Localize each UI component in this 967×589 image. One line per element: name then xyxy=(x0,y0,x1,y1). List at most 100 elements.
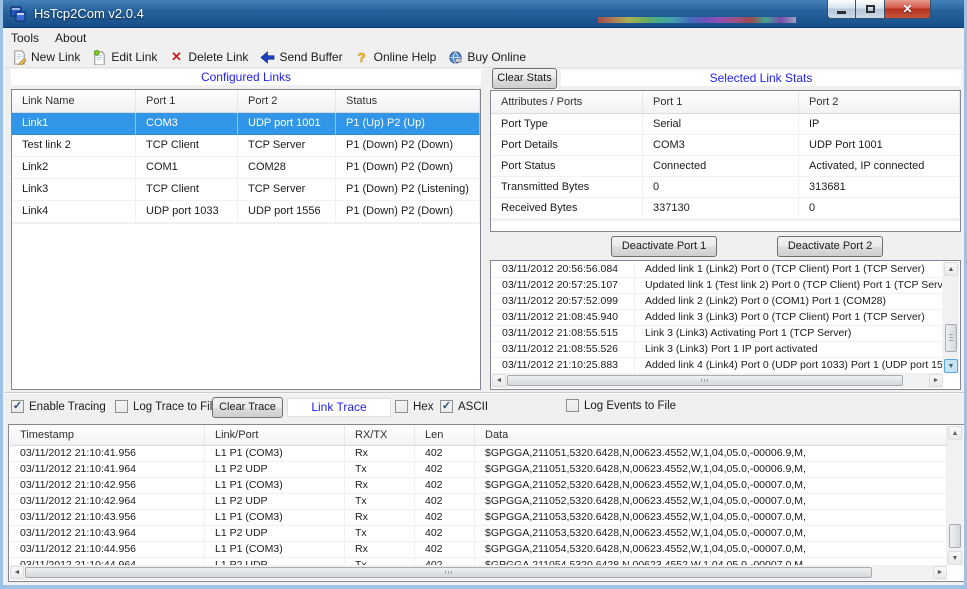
cell-attr: Port Status xyxy=(491,156,643,177)
col-status[interactable]: Status xyxy=(336,90,480,112)
trace-row[interactable]: 03/11/2012 21:10:44.956 L1 P1 (COM3) Rx … xyxy=(10,542,947,558)
scroll-right-icon[interactable]: ► xyxy=(933,566,947,579)
edit-link-button[interactable]: Edit Link xyxy=(87,48,164,66)
col-rxtx[interactable]: RX/TX xyxy=(345,426,415,445)
scroll-down-icon[interactable]: ▼ xyxy=(948,551,962,565)
edit-link-label: Edit Link xyxy=(111,50,157,64)
event-timestamp: 03/11/2012 20:56:56.084 xyxy=(492,262,635,278)
event-row[interactable]: 03/11/2012 20:57:25.107 Updated link 1 (… xyxy=(492,278,943,294)
events-vertical-scrollbar[interactable]: ▲ ▼ xyxy=(943,262,959,373)
minimize-icon xyxy=(837,11,846,14)
link-row-selected[interactable]: Link1 COM3 UDP port 1001 P1 (Up) P2 (Up) xyxy=(12,113,480,135)
new-link-button[interactable]: New Link xyxy=(7,48,87,66)
cell-port1: COM3 xyxy=(136,113,238,135)
scroll-up-icon[interactable]: ▲ xyxy=(944,262,958,276)
trace-vertical-scrollbar[interactable]: ▲ ▼ xyxy=(947,426,963,565)
trace-rxtx: Tx xyxy=(345,526,415,542)
col-link-name[interactable]: Link Name xyxy=(12,90,136,112)
toolbar: New Link Edit Link ✕ Delete Link Send Bu… xyxy=(3,47,964,68)
trace-row[interactable]: 03/11/2012 21:10:41.964 L1 P2 UDP Tx 402… xyxy=(10,462,947,478)
deactivate-port2-button[interactable]: Deactivate Port 2 xyxy=(777,236,883,257)
col-port1[interactable]: Port 1 xyxy=(643,91,799,113)
minimize-button[interactable] xyxy=(827,0,856,19)
clear-stats-button[interactable]: Clear Stats xyxy=(492,68,557,89)
cell-status: P1 (Down) P2 (Down) xyxy=(336,135,480,157)
link-row[interactable]: Link4 UDP port 1033 UDP port 1556 P1 (Do… xyxy=(12,201,480,223)
send-buffer-button[interactable]: Send Buffer xyxy=(255,48,349,66)
scroll-up-icon[interactable]: ▲ xyxy=(948,426,962,440)
scroll-left-icon[interactable]: ◄ xyxy=(10,566,24,579)
trace-len: 402 xyxy=(415,558,475,565)
hex-checkbox[interactable]: Hex xyxy=(395,400,433,413)
deactivate-port1-button[interactable]: Deactivate Port 1 xyxy=(611,236,717,257)
log-trace-to-file-label: Log Trace to File xyxy=(133,401,219,413)
link-row-empty xyxy=(12,223,480,224)
cell-port1: COM1 xyxy=(136,157,238,179)
trace-rows: Timestamp Link/Port RX/TX Len Data 03/11… xyxy=(10,426,947,565)
scroll-left-icon[interactable]: ◄ xyxy=(492,374,506,387)
buy-online-button[interactable]: Buy Online xyxy=(443,48,533,66)
cell-port1: COM3 xyxy=(643,135,799,156)
delete-link-label: Delete Link xyxy=(188,50,248,64)
event-row[interactable]: 03/11/2012 21:08:55.526 Link 3 (Link3) P… xyxy=(492,342,943,358)
trace-row[interactable]: 03/11/2012 21:10:41.956 L1 P1 (COM3) Rx … xyxy=(10,446,947,462)
event-row[interactable]: 03/11/2012 21:10:25.883 Added link 4 (Li… xyxy=(492,358,943,373)
close-button[interactable]: ✕ xyxy=(884,0,931,19)
trace-row[interactable]: 03/11/2012 21:10:42.964 L1 P2 UDP Tx 402… xyxy=(10,494,947,510)
col-timestamp[interactable]: Timestamp xyxy=(10,426,205,445)
events-horizontal-scrollbar[interactable]: ◄ ► xyxy=(492,373,943,388)
cell-port2: UDP port 1001 xyxy=(238,113,336,135)
menu-about[interactable]: About xyxy=(47,31,94,45)
title-bar[interactable]: HsTcp2Com v2.0.4 ✕ xyxy=(0,0,967,28)
col-link-port[interactable]: Link/Port xyxy=(205,426,345,445)
link-row[interactable]: Test link 2 TCP Client TCP Server P1 (Do… xyxy=(12,135,480,157)
maximize-button[interactable] xyxy=(856,0,884,19)
ascii-checkbox[interactable]: ✓ ASCII xyxy=(440,400,488,413)
cell-port2: Activated, IP connected xyxy=(799,156,960,177)
trace-row[interactable]: 03/11/2012 21:10:44.964 L1 P2 UDP Tx 402… xyxy=(10,558,947,565)
col-port2[interactable]: Port 2 xyxy=(799,91,960,113)
trace-timestamp: 03/11/2012 21:10:44.956 xyxy=(10,542,205,558)
trace-scroll-thumb[interactable] xyxy=(949,524,961,548)
online-help-button[interactable]: ? Online Help xyxy=(350,48,444,66)
col-port1[interactable]: Port 1 xyxy=(136,90,238,112)
cell-port1: Connected xyxy=(643,156,799,177)
event-row[interactable]: 03/11/2012 20:57:52.099 Added link 2 (Li… xyxy=(492,294,943,310)
events-scroll-thumb[interactable] xyxy=(945,324,957,352)
cell-link-name: Link1 xyxy=(12,113,136,135)
event-row[interactable]: 03/11/2012 20:56:56.084 Added link 1 (Li… xyxy=(492,262,943,278)
delete-link-button[interactable]: ✕ Delete Link xyxy=(164,48,255,66)
link-row[interactable]: Link2 COM1 COM28 P1 (Down) P2 (Down) xyxy=(12,157,480,179)
stats-row: Port Status Connected Activated, IP conn… xyxy=(491,156,960,177)
log-trace-to-file-checkbox[interactable]: Log Trace to File xyxy=(115,400,219,413)
event-row[interactable]: 03/11/2012 21:08:55.515 Link 3 (Link3) A… xyxy=(492,326,943,342)
log-events-to-file-label: Log Events to File xyxy=(584,400,676,412)
events-log: 03/11/2012 20:56:56.084 Added link 1 (Li… xyxy=(490,260,961,390)
enable-tracing-checkbox[interactable]: ✓ Enable Tracing xyxy=(11,400,106,413)
trace-link-port: L1 P1 (COM3) xyxy=(205,478,345,494)
trace-link-port: L1 P2 UDP xyxy=(205,494,345,510)
trace-row[interactable]: 03/11/2012 21:10:42.956 L1 P1 (COM3) Rx … xyxy=(10,478,947,494)
send-arrow-icon xyxy=(259,49,275,65)
trace-row[interactable]: 03/11/2012 21:10:43.956 L1 P1 (COM3) Rx … xyxy=(10,510,947,526)
col-attributes[interactable]: Attributes / Ports xyxy=(491,91,643,113)
scroll-right-icon[interactable]: ► xyxy=(929,374,943,387)
link-row[interactable]: Link3 TCP Client TCP Server P1 (Down) P2… xyxy=(12,179,480,201)
col-data[interactable]: Data xyxy=(475,426,947,445)
col-port2[interactable]: Port 2 xyxy=(238,90,336,112)
events-hscroll-thumb[interactable] xyxy=(507,375,903,386)
scroll-down-icon[interactable]: ▼ xyxy=(944,359,958,373)
event-row[interactable]: 03/11/2012 21:08:45.940 Added link 3 (Li… xyxy=(492,310,943,326)
globe-cart-icon xyxy=(447,49,463,65)
trace-timestamp: 03/11/2012 21:10:44.964 xyxy=(10,558,205,565)
col-len[interactable]: Len xyxy=(415,426,475,445)
log-events-to-file-checkbox[interactable]: Log Events to File xyxy=(566,399,676,412)
clear-trace-button[interactable]: Clear Trace xyxy=(212,397,283,418)
trace-hscroll-thumb[interactable] xyxy=(25,567,872,578)
trace-horizontal-scrollbar[interactable]: ◄ ► xyxy=(10,565,947,580)
menu-tools[interactable]: Tools xyxy=(3,31,47,45)
event-message: Added link 4 (Link4) Port 0 (UDP port 10… xyxy=(635,358,943,373)
window-controls: ✕ xyxy=(827,0,931,19)
trace-link-port: L1 P1 (COM3) xyxy=(205,542,345,558)
trace-row[interactable]: 03/11/2012 21:10:43.964 L1 P2 UDP Tx 402… xyxy=(10,526,947,542)
